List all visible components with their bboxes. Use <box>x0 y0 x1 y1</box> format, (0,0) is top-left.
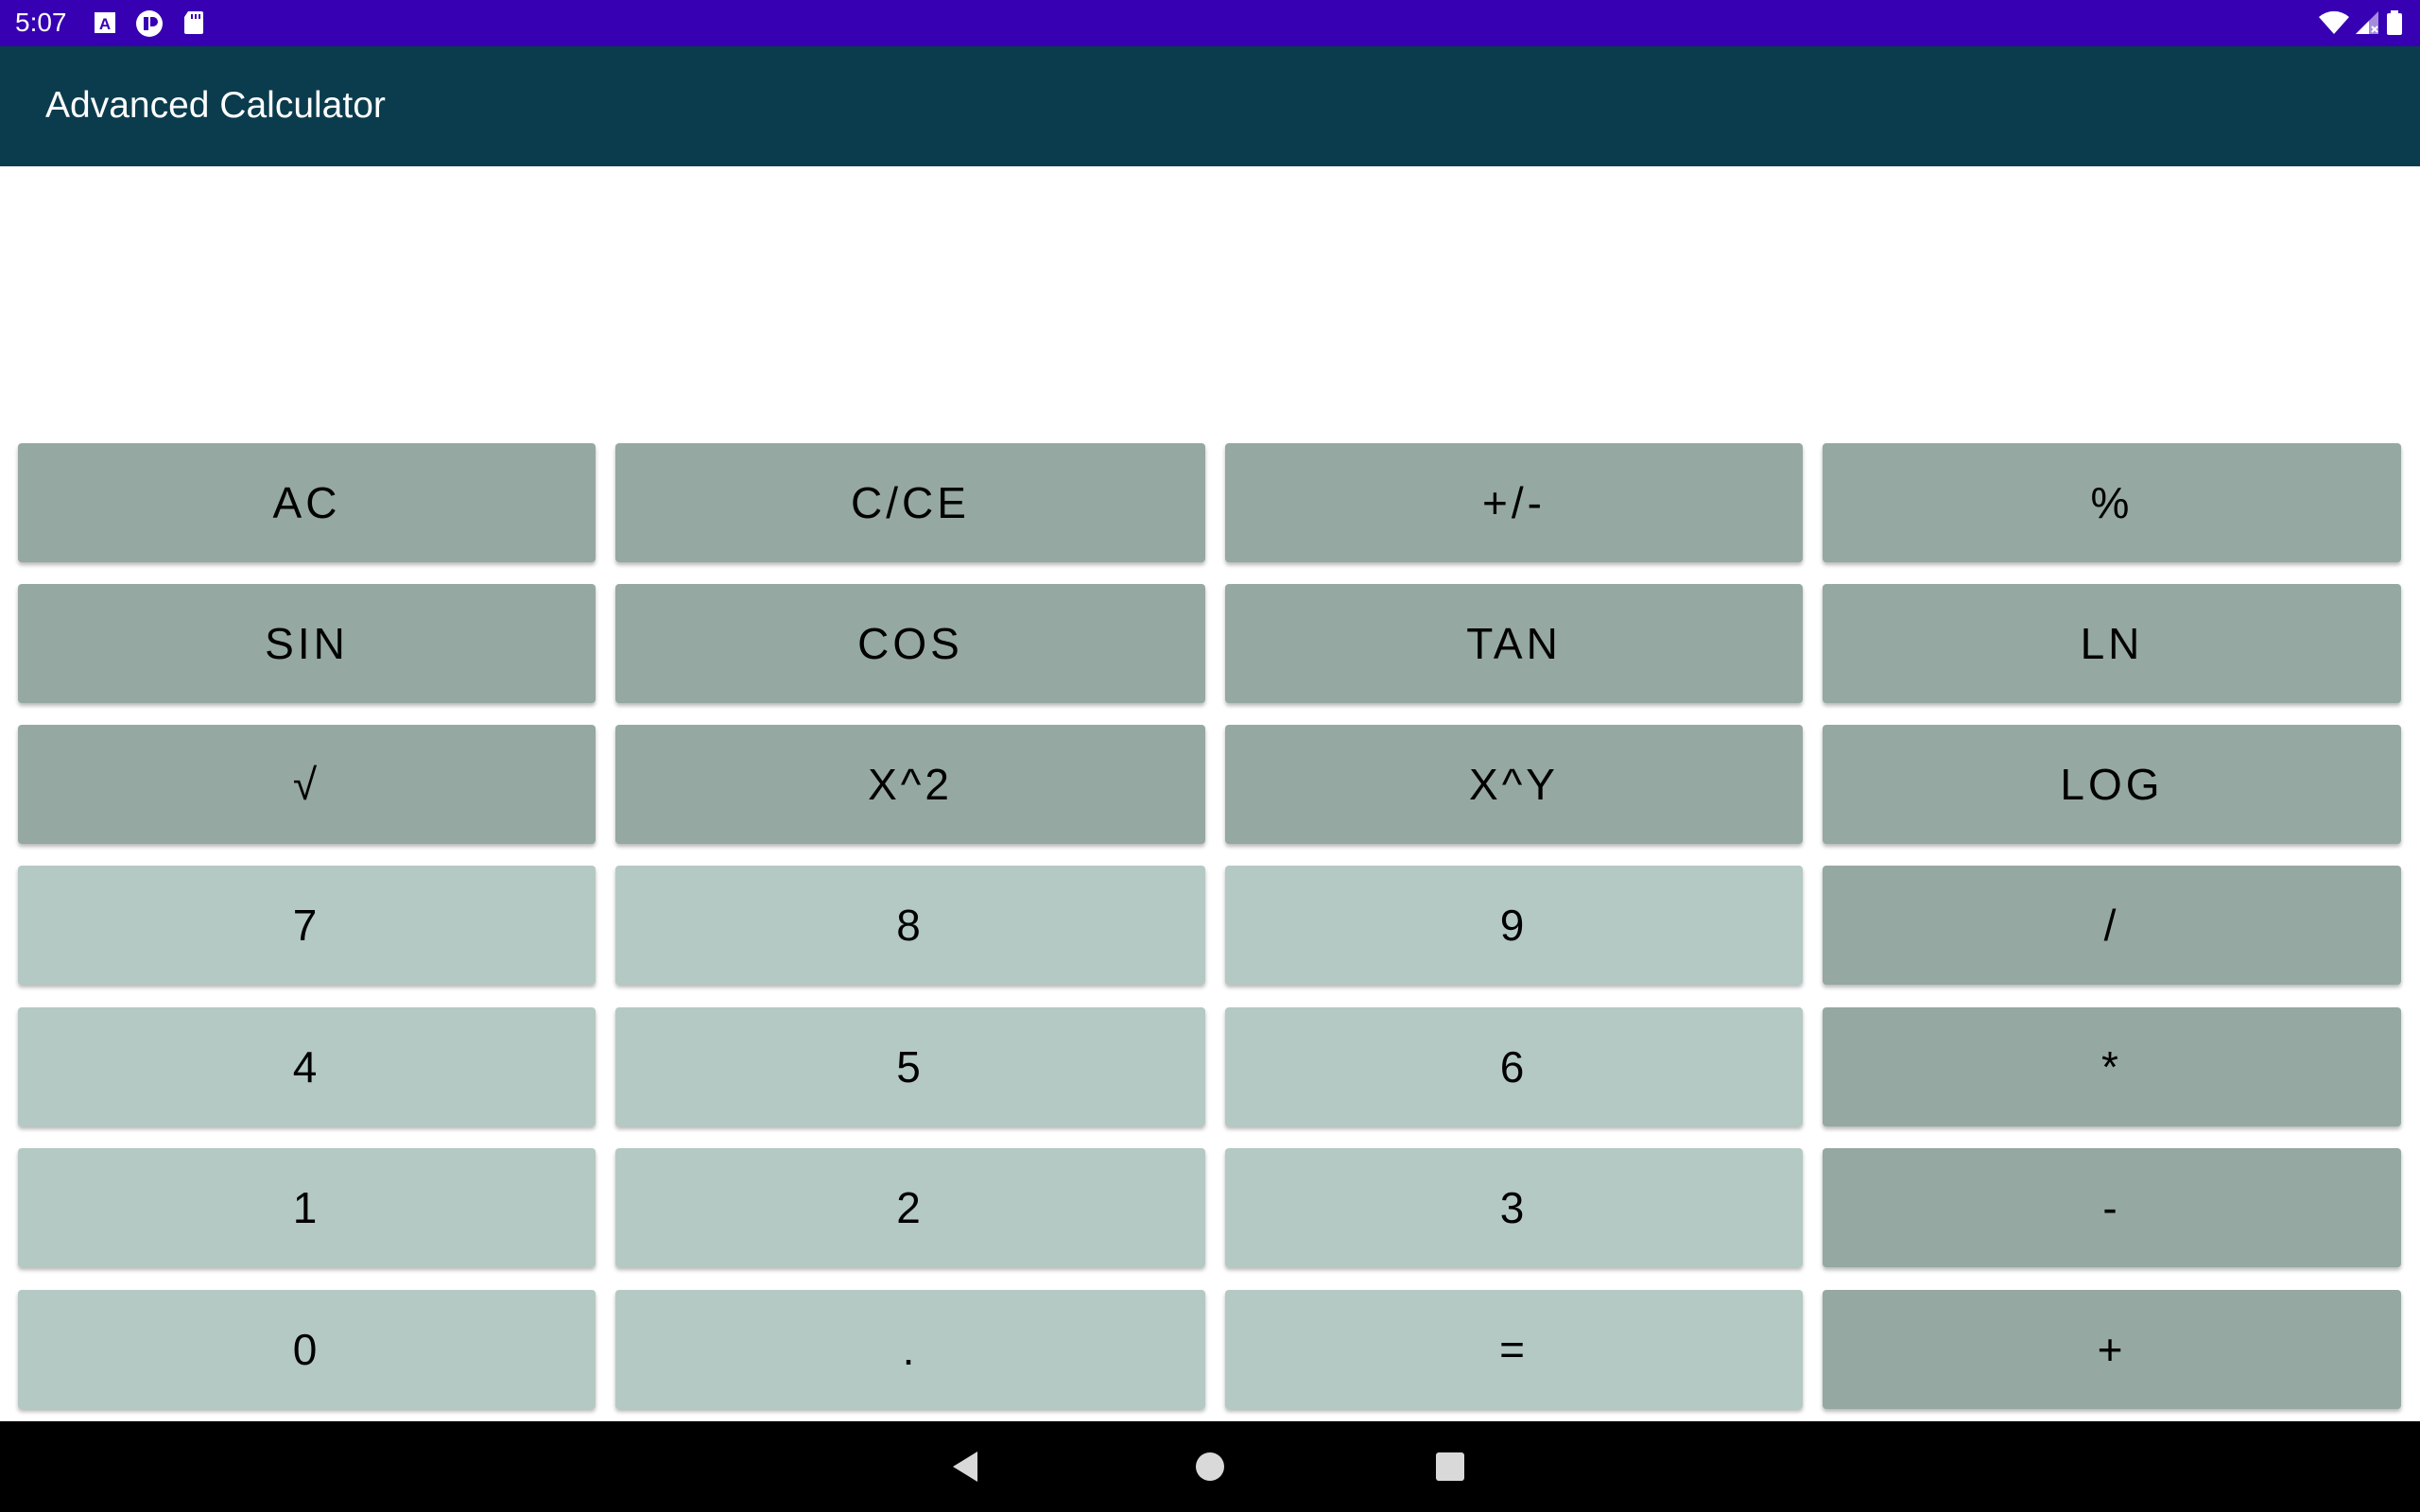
digit-3-button[interactable]: 3 <box>1225 1148 1803 1267</box>
app-bar: Advanced Calculator <box>0 46 2420 166</box>
digit-2-button[interactable]: 2 <box>615 1148 1205 1267</box>
text-a-icon: A <box>92 9 118 36</box>
square-button[interactable]: X^2 <box>615 725 1205 844</box>
digit-9-button[interactable]: 9 <box>1225 866 1803 985</box>
recents-icon[interactable] <box>1424 1440 1477 1493</box>
sd-card-icon <box>181 9 207 36</box>
ln-button[interactable]: LN <box>1823 584 2401 703</box>
percent-button[interactable]: % <box>1823 443 2401 562</box>
digit-8-button[interactable]: 8 <box>615 866 1205 985</box>
app-title: Advanced Calculator <box>45 85 386 126</box>
digit-7-button[interactable]: 7 <box>18 866 596 985</box>
navigation-bar <box>0 1421 2420 1512</box>
subtract-button[interactable]: - <box>1823 1148 2401 1267</box>
decimal-point-button[interactable]: . <box>615 1290 1205 1409</box>
digit-5-button[interactable]: 5 <box>615 1007 1205 1126</box>
keypad: AC C/CE +/- % SIN COS TAN LN √ X^2 X^Y L… <box>0 440 2420 1421</box>
signal-icon <box>2354 9 2380 36</box>
battery-icon <box>2386 9 2403 36</box>
status-bar: 5:07 A <box>0 0 2420 46</box>
svg-text:A: A <box>99 15 111 33</box>
digit-1-button[interactable]: 1 <box>18 1148 596 1267</box>
home-icon[interactable] <box>1184 1440 1236 1493</box>
clear-entry-button[interactable]: C/CE <box>615 443 1205 562</box>
cos-button[interactable]: COS <box>615 584 1205 703</box>
add-button[interactable]: + <box>1823 1290 2401 1409</box>
log-button[interactable]: LOG <box>1823 725 2401 844</box>
divide-button[interactable]: / <box>1823 866 2401 985</box>
sin-button[interactable]: SIN <box>18 584 596 703</box>
wifi-icon <box>2318 9 2350 36</box>
sign-toggle-button[interactable]: +/- <box>1225 443 1803 562</box>
digit-0-button[interactable]: 0 <box>18 1290 596 1409</box>
equals-button[interactable]: = <box>1225 1290 1803 1409</box>
app-icon <box>135 9 163 37</box>
digit-6-button[interactable]: 6 <box>1225 1007 1803 1126</box>
digit-4-button[interactable]: 4 <box>18 1007 596 1126</box>
sqrt-button[interactable]: √ <box>18 725 596 844</box>
ac-button[interactable]: AC <box>18 443 596 562</box>
back-icon[interactable] <box>940 1440 993 1493</box>
tan-button[interactable]: TAN <box>1225 584 1803 703</box>
status-time: 5:07 <box>15 8 67 37</box>
multiply-button[interactable]: * <box>1823 1007 2401 1126</box>
calculator-display <box>0 166 2420 440</box>
power-button[interactable]: X^Y <box>1225 725 1803 844</box>
